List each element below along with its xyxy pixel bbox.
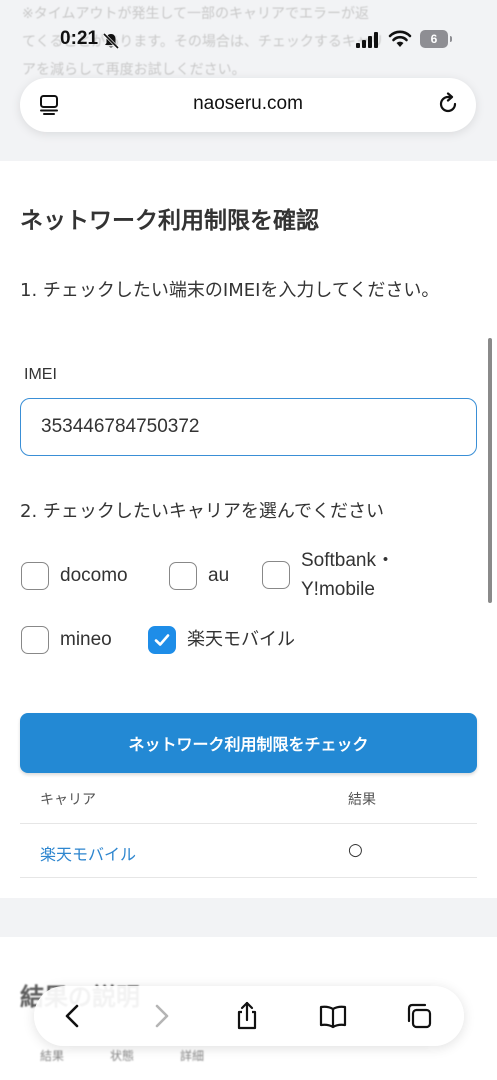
table-header: キャリア 結果 xyxy=(20,776,477,824)
status-bar: 0:21 6 xyxy=(0,26,497,56)
check-network-restriction-button[interactable]: ネットワーク利用制限をチェック xyxy=(20,713,477,773)
column-header-carrier: キャリア xyxy=(40,792,96,808)
checkmark-icon xyxy=(154,633,170,646)
checkbox-mineo[interactable] xyxy=(21,625,49,654)
explanation-column: 詳細 xyxy=(180,1049,205,1063)
carrier-label: docomo xyxy=(60,565,128,586)
checkbox-softbank[interactable] xyxy=(262,561,290,589)
carrier-option-rakuten[interactable]: 楽天モバイル xyxy=(148,625,295,654)
cellular-signal-icon xyxy=(356,32,378,48)
imei-label: IMEI xyxy=(24,366,57,383)
url-text[interactable]: naoseru.com xyxy=(20,93,476,115)
bookmarks-icon[interactable] xyxy=(318,1001,348,1031)
carrier-option-au[interactable]: au xyxy=(169,561,229,590)
explanation-columns: 結果 状態 詳細 xyxy=(40,1047,204,1064)
browser-toolbar xyxy=(34,986,464,1046)
carrier-option-mineo[interactable]: mineo xyxy=(21,625,112,654)
column-header-result: 結果 xyxy=(348,792,376,808)
browser-address-bar[interactable]: naoseru.com xyxy=(20,78,476,132)
notice-line: ※タイムアウトが発生して一部のキャリアでエラーが返 xyxy=(22,6,370,22)
wifi-icon xyxy=(388,30,412,47)
checkbox-au[interactable] xyxy=(169,561,197,590)
carrier-option-softbank[interactable]: Softbank・Y!mobile xyxy=(262,546,421,604)
checkbox-docomo[interactable] xyxy=(21,561,49,590)
imei-input[interactable] xyxy=(20,398,477,456)
carrier-label: Softbank・Y!mobile xyxy=(301,550,395,600)
carrier-label: 楽天モバイル xyxy=(187,629,295,650)
carrier-label: mineo xyxy=(60,629,112,650)
explanation-column: 結果 xyxy=(40,1049,65,1063)
network-restriction-card: ネットワーク利用制限を確認 1. チェックしたい端末のIMEIを入力してください… xyxy=(0,161,497,898)
result-value: ○ xyxy=(348,840,363,860)
explanation-column: 状態 xyxy=(110,1049,135,1063)
carrier-option-docomo[interactable]: docomo xyxy=(21,561,128,590)
tabs-overview-icon[interactable] xyxy=(404,1001,434,1031)
results-table: キャリア 結果 楽天モバイル ○ xyxy=(20,776,477,878)
forward-icon[interactable] xyxy=(146,1001,176,1031)
status-time: 0:21 xyxy=(60,28,99,49)
step1-instruction: 1. チェックしたい端末のIMEIを入力してください。 xyxy=(20,280,440,301)
checkbox-rakuten[interactable] xyxy=(148,625,176,654)
share-icon[interactable] xyxy=(232,1001,262,1031)
carrier-label: au xyxy=(208,565,230,586)
bell-slash-icon xyxy=(102,32,120,50)
scrollbar[interactable] xyxy=(488,338,492,603)
reload-icon[interactable] xyxy=(436,92,460,116)
table-row: 楽天モバイル ○ xyxy=(20,824,477,878)
battery-indicator: 6 xyxy=(420,30,452,48)
result-carrier-link[interactable]: 楽天モバイル xyxy=(40,841,136,865)
step2-instruction: 2. チェックしたいキャリアを選んでください xyxy=(20,501,384,522)
page-title: ネットワーク利用制限を確認 xyxy=(20,208,319,234)
back-icon[interactable] xyxy=(58,1001,88,1031)
